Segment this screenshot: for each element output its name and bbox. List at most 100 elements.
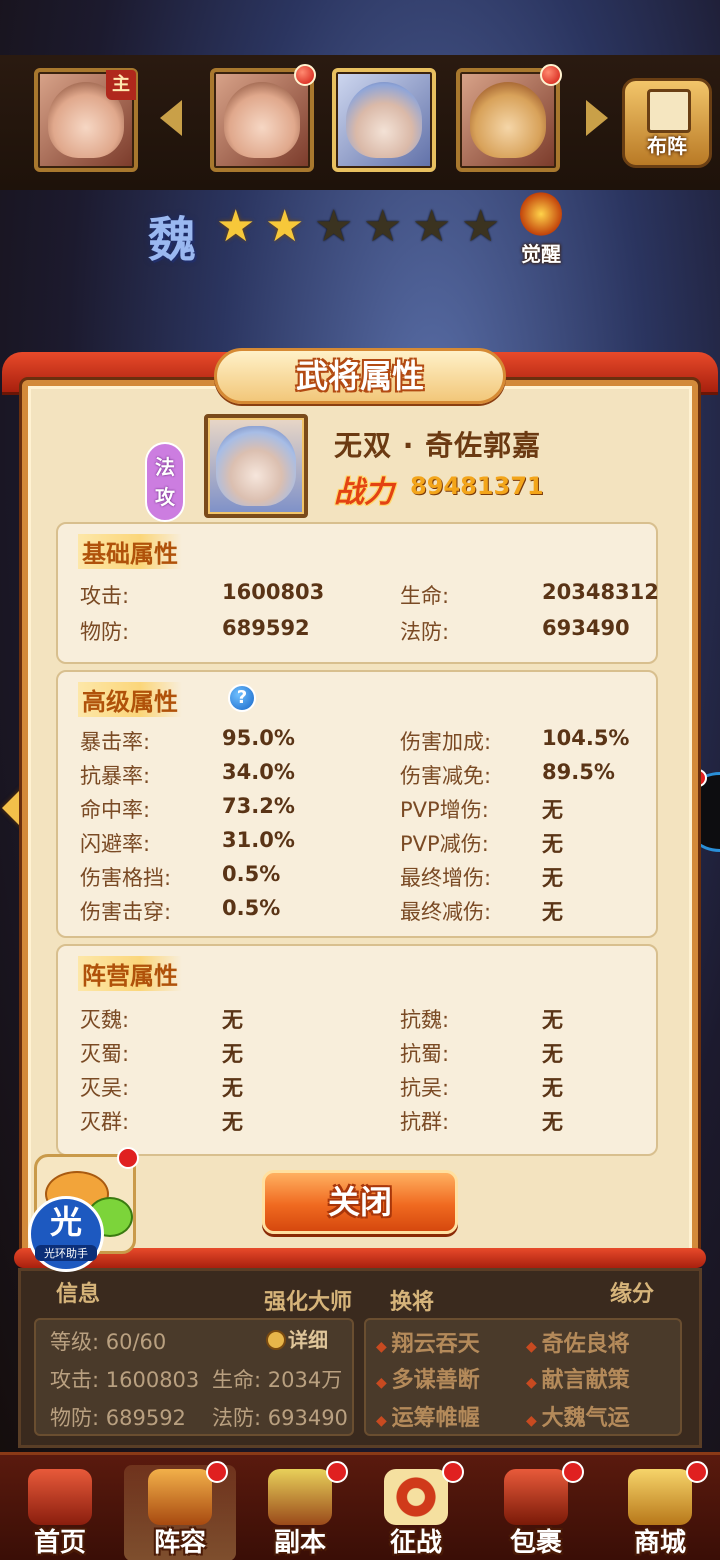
notification-dot xyxy=(686,1461,708,1483)
attr-value: 689592 xyxy=(222,616,310,640)
nav-label: 包裹 xyxy=(509,1528,562,1558)
attr-value: 无 xyxy=(542,1008,563,1032)
hero-portrait xyxy=(204,414,308,518)
notification-dot xyxy=(326,1461,348,1483)
nav-home[interactable]: 首页 xyxy=(4,1465,116,1560)
assistant-glyph: 光 xyxy=(49,1203,82,1241)
attr-key: 最终增伤: xyxy=(400,866,492,890)
attr-value: 20348312 xyxy=(542,580,659,604)
attr-key: 伤害加成: xyxy=(400,730,492,754)
camp-attributes-section: 阵营属性 灭魏: 无 抗魏: 无 灭蜀: 无 抗蜀: 无 灭吴: 无 抗吴: 无… xyxy=(56,944,658,1156)
attr-key: 伤害击穿: xyxy=(80,900,172,924)
attr-key: 灭魏: xyxy=(80,1008,130,1032)
attr-row: 攻击: 1600803 生命: 20348312 xyxy=(58,580,660,610)
attr-value: 73.2% xyxy=(222,794,295,818)
fate-item[interactable]: 献言献策 xyxy=(526,1362,630,1394)
star-empty-icon: ★ xyxy=(363,201,403,252)
hero-slot-3-selected[interactable] xyxy=(332,68,436,172)
nav-campaign[interactable]: 征战 xyxy=(360,1461,472,1560)
attr-value: 无 xyxy=(222,1042,243,1066)
notification-dot xyxy=(540,64,562,86)
attr-value: 无 xyxy=(222,1110,243,1134)
notification-dot xyxy=(442,1461,464,1483)
hp-summary: 生命: 2034万 xyxy=(212,1368,343,1392)
attr-value: 无 xyxy=(542,1076,563,1100)
close-button[interactable]: 关闭 xyxy=(262,1170,458,1234)
fate-item[interactable]: 大魏气运 xyxy=(526,1400,630,1432)
lineup-button[interactable]: 布阵 xyxy=(622,78,712,168)
lineup-button-label: 布阵 xyxy=(647,134,687,158)
attr-key: 最终减伤: xyxy=(400,900,492,924)
attr-row: 灭群: 无 抗群: 无 xyxy=(58,1106,660,1136)
attr-row: 伤害击穿: 0.5% 最终减伤: 无 xyxy=(58,896,660,926)
attr-row: 物防: 689592 法防: 693490 xyxy=(58,616,660,646)
bag-icon xyxy=(504,1469,568,1525)
power-label: 战力 xyxy=(334,475,394,510)
hero-portrait-icon xyxy=(224,82,300,158)
power-value: 89481371 xyxy=(410,472,544,500)
hero-name: 无双 · 奇佐郭嘉 xyxy=(334,429,542,462)
lord-badge: 主 xyxy=(106,70,136,100)
nav-dungeon[interactable]: 副本 xyxy=(244,1461,356,1560)
nav-lineup[interactable]: 阵容 xyxy=(124,1461,236,1560)
nav-label: 副本 xyxy=(273,1528,326,1558)
attr-row: 伤害格挡: 0.5% 最终增伤: 无 xyxy=(58,862,660,892)
awaken-button[interactable]: 觉醒 xyxy=(512,192,570,272)
attr-value: 0.5% xyxy=(222,896,281,920)
attr-key: 灭群: xyxy=(80,1110,130,1134)
damage-type-badge: 法攻 xyxy=(145,442,185,522)
detail-button[interactable]: 详细 xyxy=(266,1324,328,1353)
attr-key: 抗魏: xyxy=(400,1008,450,1032)
star-filled-icon: ★ xyxy=(216,201,256,252)
pdef-summary: 物防: 689592 xyxy=(50,1406,186,1430)
notification-dot xyxy=(294,64,316,86)
modal-title: 武将属性 xyxy=(295,357,424,395)
attr-value: 无 xyxy=(542,798,563,822)
nav-label: 征战 xyxy=(389,1528,442,1558)
next-hero-arrow-icon[interactable] xyxy=(586,100,608,136)
fate-item[interactable]: 奇佐良将 xyxy=(526,1326,630,1358)
help-icon[interactable]: ? xyxy=(228,684,256,712)
assistant-name: 光环助手 xyxy=(35,1245,97,1261)
shop-icon xyxy=(628,1469,692,1525)
attr-key: 法防: xyxy=(400,620,450,644)
modal-title-plate: 武将属性 xyxy=(214,348,506,404)
notification-dot xyxy=(206,1461,228,1483)
attr-value: 无 xyxy=(542,1042,563,1066)
swap-hero-title[interactable]: 换将 xyxy=(390,1284,434,1316)
attr-value: 无 xyxy=(542,832,563,856)
attr-value: 0.5% xyxy=(222,862,281,886)
attr-key: PVP增伤: xyxy=(400,798,489,822)
attr-value: 31.0% xyxy=(222,828,295,852)
section-title: 基础属性 xyxy=(78,534,182,569)
hero-face-icon xyxy=(216,426,296,506)
attr-key: 攻击: xyxy=(80,584,130,608)
nav-bag[interactable]: 包裹 xyxy=(480,1461,592,1560)
fate-item[interactable]: 多谋善断 xyxy=(376,1362,480,1394)
lineup-grid-icon xyxy=(647,89,691,133)
attr-value: 1600803 xyxy=(222,580,325,604)
awaken-icon xyxy=(520,192,562,236)
assistant-badge[interactable]: 光 光环助手 xyxy=(28,1196,104,1272)
nav-shop[interactable]: 商城 xyxy=(604,1461,716,1560)
hero-slot-4[interactable] xyxy=(456,64,562,172)
attr-key: 伤害减免: xyxy=(400,764,492,788)
info-title: 信息 xyxy=(56,1282,101,1307)
strengthen-master-title[interactable]: 强化大师 xyxy=(264,1284,352,1316)
attr-row: 命中率: 73.2% PVP增伤: 无 xyxy=(58,794,660,824)
attr-key: 闪避率: xyxy=(80,832,151,856)
attr-key: 物防: xyxy=(80,620,130,644)
attr-key: 抗吴: xyxy=(400,1076,450,1100)
attr-key: 抗蜀: xyxy=(400,1042,450,1066)
attr-row: 灭魏: 无 抗魏: 无 xyxy=(58,1004,660,1034)
fate-title: 缘分 xyxy=(610,1282,655,1307)
prev-hero-arrow-icon[interactable] xyxy=(160,100,182,136)
hero-slot-lord[interactable]: 主 xyxy=(34,68,138,172)
dungeon-icon xyxy=(268,1469,332,1525)
attack-summary: 攻击: 1600803 xyxy=(50,1368,200,1392)
attr-key: 灭吴: xyxy=(80,1076,130,1100)
hero-slot-2[interactable] xyxy=(210,64,316,172)
fate-item[interactable]: 翔云吞天 xyxy=(376,1326,480,1358)
attr-value: 无 xyxy=(542,900,563,924)
fate-item[interactable]: 运筹帷幄 xyxy=(376,1400,480,1432)
